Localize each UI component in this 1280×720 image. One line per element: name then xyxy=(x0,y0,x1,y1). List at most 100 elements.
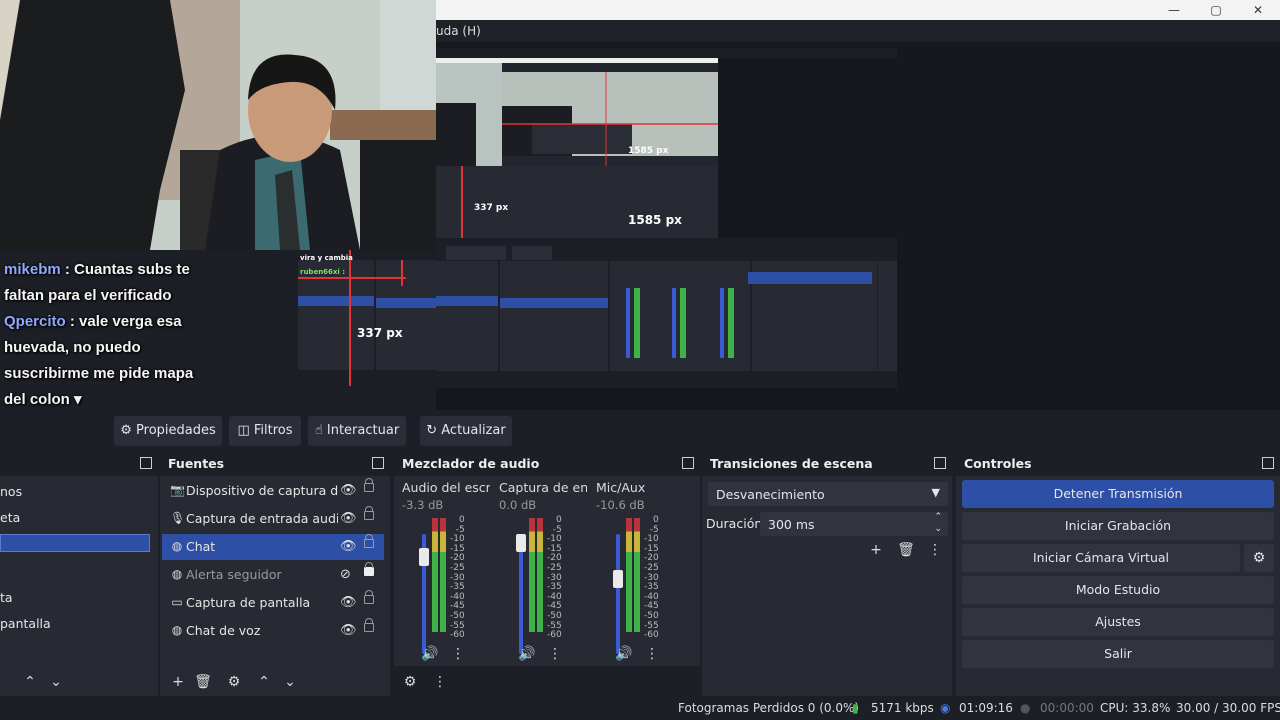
transition-select[interactable]: Desvanecimiento ▼ xyxy=(708,482,948,506)
undock-icon[interactable] xyxy=(934,457,946,469)
fader-handle[interactable] xyxy=(516,534,526,552)
fader-handle[interactable] xyxy=(613,570,623,588)
undock-icon[interactable] xyxy=(1262,457,1274,469)
menu-dots-icon[interactable]: ⋮ xyxy=(642,644,662,664)
eye-off-icon[interactable]: ⊘ xyxy=(340,567,351,582)
lock-icon[interactable] xyxy=(364,618,374,632)
chat-message: suscribirme me pide mapa xyxy=(4,361,193,386)
trash-icon[interactable]: 🗑 xyxy=(193,672,213,692)
lock-icon[interactable] xyxy=(364,478,374,492)
close-button[interactable]: ✕ xyxy=(1244,2,1272,18)
browser-icon: ◍ xyxy=(171,539,183,553)
scene-item[interactable]: pantalla xyxy=(0,616,51,631)
scale-tick: -60 xyxy=(644,630,659,641)
lock-icon[interactable] xyxy=(364,506,374,520)
add-icon[interactable]: + xyxy=(168,672,188,692)
filters-button[interactable]: ◫ Filtros xyxy=(229,416,301,446)
chat-message: mikebm : Cuantas subs te xyxy=(4,257,190,282)
eye-icon[interactable]: 👁 xyxy=(340,595,357,610)
undock-icon[interactable] xyxy=(372,457,384,469)
channel-name: Mic/Aux xyxy=(596,480,646,495)
speaker-icon[interactable]: 🔊 xyxy=(517,644,537,664)
undock-icon[interactable] xyxy=(140,457,152,469)
window-titlebar: — ▢ ✕ xyxy=(436,0,1280,20)
stop-stream-button[interactable]: Detener Transmisión xyxy=(962,480,1274,508)
interact-button[interactable]: ☝ Interactuar xyxy=(308,416,406,446)
lock-icon[interactable] xyxy=(364,534,374,548)
source-item[interactable]: 🎙 Captura de entrada audio 👁 xyxy=(162,506,384,532)
virtual-camera-button[interactable]: Iniciar Cámara Virtual xyxy=(962,544,1240,572)
undock-icon[interactable] xyxy=(682,457,694,469)
settings-button[interactable]: Ajustes xyxy=(962,608,1274,636)
move-down-icon[interactable]: ⌄ xyxy=(280,672,300,692)
source-item[interactable]: 📷Dispositivo de captura de vídeo👁 xyxy=(162,478,384,504)
mixer-channel: Audio del escritorio -3.3 dB 0-5-10-15-20-… xyxy=(398,476,494,666)
speaker-icon[interactable]: 🔊 xyxy=(614,644,634,664)
source-label: Captura de pantalla xyxy=(186,595,311,610)
refresh-icon: ↻ xyxy=(426,423,442,438)
properties-button[interactable]: ⚙ Propiedades xyxy=(114,416,222,446)
scene-item[interactable]: nos xyxy=(0,484,22,499)
source-item[interactable]: ◍ Chat 👁 xyxy=(162,534,384,560)
menu-bar: uda (H) xyxy=(436,20,1280,42)
scene-item-selected[interactable] xyxy=(0,534,150,552)
spin-down-icon[interactable]: ⌄ xyxy=(934,524,942,534)
menu-dots-icon[interactable]: ⋮ xyxy=(925,540,945,560)
menu-dots-icon[interactable]: ⋮ xyxy=(430,672,450,692)
start-recording-button[interactable]: Iniciar Grabación xyxy=(962,512,1274,540)
eye-icon[interactable]: 👁 xyxy=(340,539,357,554)
level-meter xyxy=(529,518,535,632)
minimize-button[interactable]: — xyxy=(1160,2,1188,18)
refresh-button[interactable]: ↻ Actualizar xyxy=(420,416,512,446)
studio-mode-button[interactable]: Modo Estudio xyxy=(962,576,1274,604)
gear-icon[interactable]: ⚙ xyxy=(224,672,244,692)
maximize-button[interactable]: ▢ xyxy=(1202,2,1230,18)
fader-handle[interactable] xyxy=(419,548,429,566)
spin-up-icon[interactable]: ⌃ xyxy=(934,512,942,522)
eye-icon[interactable]: 👁 xyxy=(340,623,357,638)
add-icon[interactable]: + xyxy=(866,540,886,560)
virtual-camera-settings-icon[interactable]: ⚙ xyxy=(1244,544,1274,572)
source-item[interactable]: ▭ Captura de pantalla 👁 xyxy=(162,590,384,616)
cpu-usage: CPU: 33.8% xyxy=(1100,701,1171,715)
speaker-icon[interactable]: 🔊 xyxy=(420,644,440,664)
scene-item[interactable]: eta xyxy=(0,510,20,525)
menu-help[interactable]: uda (H) xyxy=(436,24,481,38)
chat-message: Qpercito : vale verga esa xyxy=(4,309,182,334)
microphone-icon: 🎙 xyxy=(170,511,186,525)
lock-icon[interactable] xyxy=(364,562,374,576)
move-up-icon[interactable]: ⌃ xyxy=(254,672,274,692)
meter-scale: 0 -5 -10 -15 -20 -25 -30 -35 -40 -45 -50 -55 -60 xyxy=(547,515,562,641)
volume-fader[interactable] xyxy=(519,534,523,654)
lock-icon[interactable] xyxy=(364,590,374,604)
meter-scale: 0 -5 -10 -15 -20 -25 -30 -35 -40 -45 -50 -55 -60 xyxy=(450,515,465,641)
volume-fader[interactable] xyxy=(616,534,620,654)
channel-name: Audio del escritorio xyxy=(402,480,490,495)
sources-title: Fuentes xyxy=(168,456,225,471)
scenes-header xyxy=(0,452,158,476)
nested-obs-preview: 1585 px 337 px 1585 px xyxy=(436,48,897,388)
monitor-icon: ▭ xyxy=(171,595,183,609)
duration-label: Duración xyxy=(706,516,763,531)
exit-button[interactable]: Salir xyxy=(962,640,1274,668)
move-down-icon[interactable]: ⌄ xyxy=(46,672,66,692)
dropped-frames: Fotogramas Perdidos 0 (0.0%) xyxy=(678,701,860,715)
menu-dots-icon[interactable]: ⋮ xyxy=(545,644,565,664)
nested-preview-left: vira y cambia ruben66xi : 337 px xyxy=(298,250,436,386)
record-icon: ● xyxy=(1020,701,1031,715)
properties-label: Propiedades xyxy=(136,423,216,438)
source-item[interactable]: ◍ Chat de voz 👁 xyxy=(162,618,384,644)
mixer-header: Mezclador de audio xyxy=(394,452,700,476)
eye-icon[interactable]: 👁 xyxy=(340,483,357,498)
level-meter xyxy=(440,518,446,632)
move-up-icon[interactable]: ⌃ xyxy=(20,672,40,692)
scene-item[interactable]: ta xyxy=(0,590,13,605)
duration-spinbox[interactable]: 300 ms ⌃ ⌄ xyxy=(760,512,948,536)
source-item[interactable]: ◍ Alerta seguidor ⊘ xyxy=(162,562,384,588)
filters-label: Filtros xyxy=(253,423,293,438)
source-label: Dispositivo de captura de vídeo xyxy=(186,483,338,498)
eye-icon[interactable]: 👁 xyxy=(340,511,357,526)
trash-icon[interactable]: 🗑 xyxy=(896,540,916,560)
menu-dots-icon[interactable]: ⋮ xyxy=(448,644,468,664)
gear-icon[interactable]: ⚙ xyxy=(400,672,420,692)
